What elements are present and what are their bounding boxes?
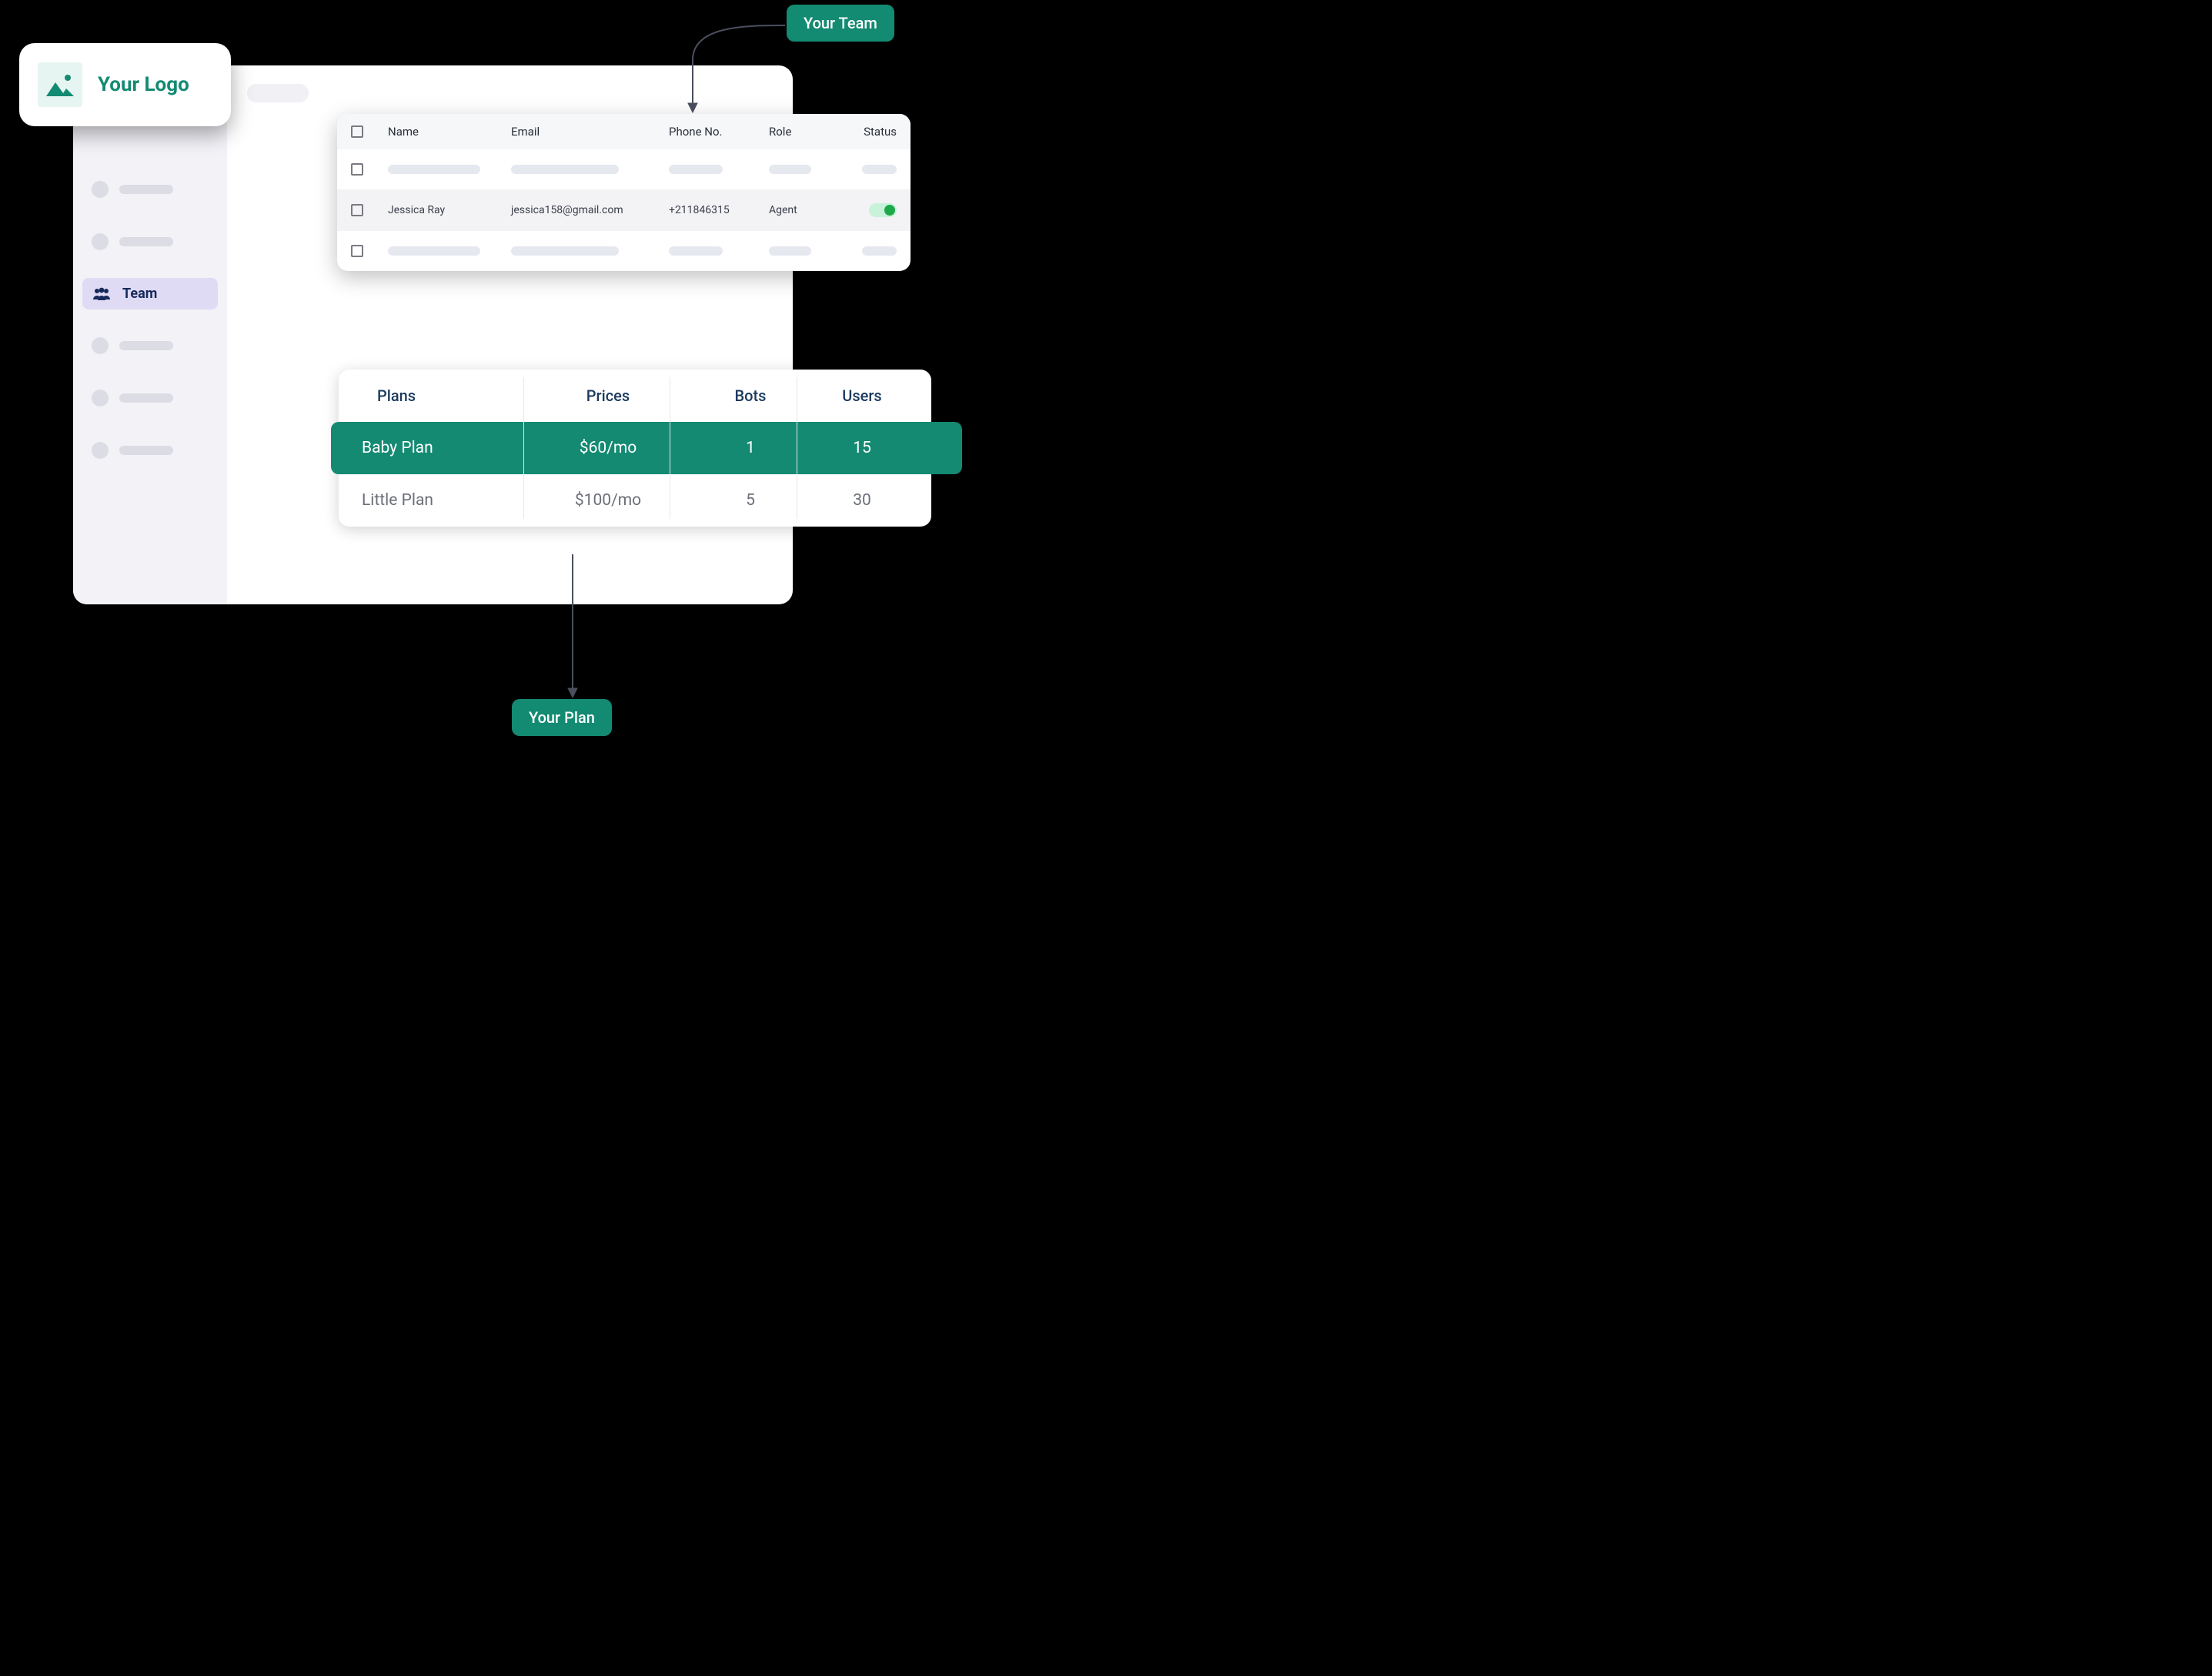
col-role: Role (769, 125, 846, 139)
sidebar-icon-placeholder (92, 442, 109, 459)
sidebar-item-placeholder[interactable] (82, 173, 218, 206)
col-email: Email (511, 125, 669, 139)
plan-row-selected[interactable]: Baby Plan $60/mo 1 15 (331, 422, 962, 474)
cell-role: Agent (769, 204, 846, 216)
logo-text: Your Logo (98, 73, 189, 96)
sidebar-label-placeholder (119, 393, 173, 403)
sidebar-icon-placeholder (92, 233, 109, 250)
plans-card: Plans Prices Bots Users Baby Plan $60/mo… (339, 370, 931, 527)
placeholder (388, 165, 480, 174)
sidebar-item-team[interactable]: Team (82, 278, 218, 309)
sidebar-label-placeholder (119, 446, 173, 455)
image-icon (38, 62, 82, 107)
sidebar-item-placeholder[interactable] (82, 434, 218, 467)
row-checkbox[interactable] (351, 204, 363, 216)
col-prices: Prices (531, 386, 685, 405)
plans-header: Plans Prices Bots Users (339, 370, 931, 422)
placeholder (511, 246, 619, 256)
cell-plan-price: $100/mo (531, 491, 685, 510)
cell-plan-name: Baby Plan (362, 439, 531, 457)
cell-plan-users: 30 (816, 491, 908, 510)
col-plans: Plans (362, 386, 531, 405)
sidebar-item-placeholder[interactable] (82, 226, 218, 258)
connector-team (662, 14, 793, 122)
sidebar-item-placeholder[interactable] (82, 330, 218, 362)
callout-your-team: Your Team (787, 5, 894, 42)
col-status: Status (846, 125, 897, 139)
sidebar-label-placeholder (119, 237, 173, 246)
sidebar-icon-placeholder (92, 390, 109, 406)
col-users: Users (816, 386, 908, 405)
placeholder (511, 165, 619, 174)
sidebar-icon-placeholder (92, 337, 109, 354)
col-phone: Phone No. (669, 125, 769, 139)
plan-row[interactable]: Little Plan $100/mo 5 30 (339, 474, 931, 527)
team-table-card: Name Email Phone No. Role Status Jessica… (337, 114, 911, 271)
cell-plan-price: $60/mo (531, 439, 685, 457)
sidebar-label-placeholder (119, 341, 173, 350)
sidebar: Team (73, 65, 227, 604)
team-icon (92, 287, 112, 301)
table-row[interactable] (337, 149, 911, 189)
cell-email: jessica158@gmail.com (511, 204, 669, 216)
row-checkbox[interactable] (351, 245, 363, 257)
sidebar-item-placeholder[interactable] (82, 382, 218, 414)
row-checkbox[interactable] (351, 163, 363, 176)
status-toggle[interactable] (869, 203, 897, 217)
logo-card: Your Logo (19, 43, 231, 126)
team-table-header: Name Email Phone No. Role Status (337, 114, 911, 149)
sidebar-icon-placeholder (92, 181, 109, 198)
placeholder (769, 165, 811, 174)
sidebar-label-placeholder (119, 185, 173, 194)
placeholder (669, 165, 723, 174)
topbar-placeholder (247, 84, 309, 102)
placeholder (862, 165, 897, 174)
col-name: Name (388, 125, 511, 139)
callout-your-plan: Your Plan (512, 699, 612, 736)
sidebar-item-label: Team (122, 286, 157, 302)
table-row[interactable]: Jessica Ray jessica158@gmail.com +211846… (337, 189, 911, 231)
placeholder (862, 246, 897, 256)
connector-plan (565, 554, 580, 701)
placeholder (669, 246, 723, 256)
cell-name: Jessica Ray (388, 204, 511, 216)
select-all-checkbox[interactable] (351, 125, 363, 138)
cell-phone: +211846315 (669, 204, 769, 216)
placeholder (388, 246, 480, 256)
cell-plan-name: Little Plan (362, 491, 531, 510)
placeholder (769, 246, 811, 256)
table-row[interactable] (337, 231, 911, 271)
cell-plan-users: 15 (816, 439, 908, 457)
